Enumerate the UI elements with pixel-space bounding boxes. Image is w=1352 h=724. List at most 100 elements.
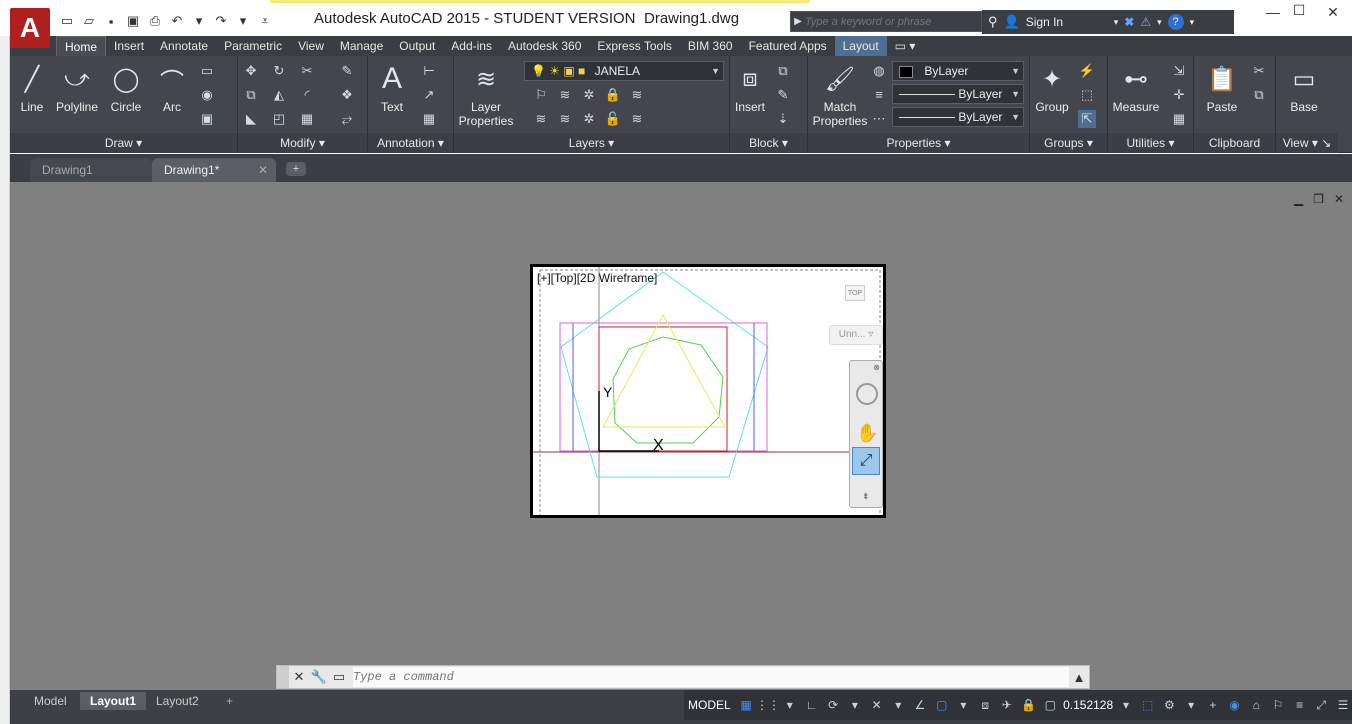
- tab-layout[interactable]: Layout: [834, 36, 887, 56]
- zoom-extents-icon[interactable]: ⤢: [852, 447, 880, 475]
- table-icon[interactable]: ▦: [420, 110, 438, 128]
- panel-title-view[interactable]: View ▾ ↘: [1276, 133, 1338, 153]
- new-tab-button[interactable]: +: [286, 162, 306, 176]
- file-tab-drawing1[interactable]: Drawing1: [30, 158, 152, 182]
- print-icon[interactable]: ⎙: [146, 12, 164, 30]
- polar-dropdown-icon[interactable]: ▾: [846, 696, 864, 714]
- trim-icon[interactable]: ✂: [298, 62, 316, 80]
- tab-autodesk-360[interactable]: Autodesk 360: [500, 36, 589, 56]
- layer-dropdown[interactable]: 💡 ☀ ▣ ■ JANELA ▼: [524, 61, 724, 81]
- drawing-area[interactable]: ▁ ❐ ✕ Y X [+][Top][2D Wireframe] TOP Unn…: [10, 182, 1352, 690]
- text-button[interactable]: A Text: [374, 62, 410, 114]
- close-button[interactable]: ✕: [1318, 4, 1348, 24]
- isolate-objects-icon[interactable]: ◉: [1226, 696, 1244, 714]
- customization-icon[interactable]: ≡: [1291, 696, 1309, 714]
- maximize-button[interactable]: ☐: [1284, 2, 1314, 22]
- cut-icon[interactable]: ✂: [1250, 62, 1268, 80]
- color-dropdown[interactable]: ByLayer ▼: [892, 61, 1024, 81]
- layer-lock-icon[interactable]: 🔒: [604, 86, 622, 104]
- add-layout-icon[interactable]: +: [216, 692, 243, 710]
- new-icon[interactable]: ▭: [58, 12, 76, 30]
- panel-title-layers[interactable]: Layers ▾: [454, 133, 729, 153]
- sign-in-link[interactable]: Sign In: [1026, 15, 1108, 29]
- open-icon[interactable]: ▱: [80, 12, 98, 30]
- object-snap-tracking-icon[interactable]: ∠: [911, 696, 929, 714]
- circle-button[interactable]: ◯ Circle: [106, 62, 146, 115]
- layer-tool-3-icon[interactable]: ✲: [580, 86, 598, 104]
- drawing-minimize-icon[interactable]: ▁: [1294, 192, 1303, 206]
- panel-title-clipboard[interactable]: Clipboard: [1194, 133, 1275, 153]
- dimension-icon[interactable]: ⊢: [420, 62, 438, 80]
- lineweight-toggle-icon[interactable]: ⧈: [976, 696, 994, 714]
- lineweight-dropdown[interactable]: ByLayer ▼: [892, 107, 1024, 127]
- file-tab-drawing1-modified[interactable]: Drawing1* ✕: [152, 158, 276, 182]
- units-plus-icon[interactable]: +: [1204, 696, 1222, 714]
- tab-express-tools[interactable]: Express Tools: [589, 36, 679, 56]
- measure-button[interactable]: ⊷ Measure: [1110, 62, 1162, 115]
- command-prompt-icon[interactable]: ▭: [329, 669, 349, 685]
- object-snap-dropdown-icon[interactable]: ▾: [955, 696, 973, 714]
- snap-dropdown-icon[interactable]: ▾: [781, 696, 799, 714]
- quick-select-icon[interactable]: ⇲: [1170, 62, 1188, 80]
- polyline-button[interactable]: ⤻ Polyline: [52, 62, 102, 114]
- drawing-restore-icon[interactable]: ❐: [1313, 192, 1324, 206]
- layer-tool-6-icon[interactable]: ≋: [532, 110, 550, 128]
- isodraft-icon[interactable]: ✕: [868, 696, 886, 714]
- panel-title-properties[interactable]: Properties ▾: [808, 133, 1029, 153]
- tab-layout1[interactable]: Layout1: [80, 692, 147, 710]
- array-icon[interactable]: ▦: [298, 110, 316, 128]
- layer-tool-7-icon[interactable]: ≋: [556, 110, 574, 128]
- status-menu-icon[interactable]: ☰: [1334, 696, 1352, 714]
- base-button[interactable]: ▭ Base: [1284, 62, 1324, 115]
- isodraft-dropdown-icon[interactable]: ▾: [889, 696, 907, 714]
- panel-title-annotation[interactable]: Annotation ▾: [368, 133, 453, 153]
- viewcube-top[interactable]: TOP: [845, 285, 865, 301]
- tab-model[interactable]: Model: [24, 692, 77, 710]
- drawing-close-icon[interactable]: ✕: [1334, 192, 1344, 206]
- match-properties-button[interactable]: 🖌 Match Properties: [810, 62, 870, 129]
- a360-icon[interactable]: ⚠: [1140, 15, 1151, 29]
- panel-title-groups[interactable]: Groups ▾: [1030, 133, 1107, 153]
- rotate-icon[interactable]: ↻: [270, 62, 288, 80]
- steering-wheel-icon[interactable]: [856, 383, 878, 405]
- tab-parametric[interactable]: Parametric: [216, 36, 290, 56]
- tab-home[interactable]: Home: [56, 36, 107, 56]
- copy-icon[interactable]: ⧉: [242, 86, 260, 104]
- undo-icon[interactable]: ↶: [168, 12, 186, 30]
- search-expand-icon[interactable]: ▶: [791, 16, 805, 27]
- copy-clip-icon[interactable]: ⧉: [1250, 86, 1268, 104]
- layer-properties-button[interactable]: ≋ Layer Properties: [458, 62, 514, 129]
- tab-output[interactable]: Output: [391, 36, 443, 56]
- tab-annotate[interactable]: Annotate: [152, 36, 216, 56]
- layer-tool-10-icon[interactable]: ≋: [628, 110, 646, 128]
- boundary-icon[interactable]: ▣: [198, 110, 216, 128]
- layer-tool-2-icon[interactable]: ≋: [556, 86, 574, 104]
- paper-icon[interactable]: ▢: [1041, 696, 1059, 714]
- exchange-icon[interactable]: ✖: [1124, 15, 1134, 29]
- command-input[interactable]: [353, 667, 1069, 687]
- annotation-scale-icon[interactable]: ✈: [998, 696, 1016, 714]
- layout-paper[interactable]: Y X [+][Top][2D Wireframe] TOP Unn... ▿ …: [530, 264, 886, 518]
- clean-screen-icon[interactable]: ⚐: [1269, 696, 1287, 714]
- viewport-controls-label[interactable]: [+][Top][2D Wireframe]: [537, 271, 657, 285]
- help-dropdown-icon[interactable]: ▾: [1190, 17, 1195, 28]
- layer-tool-8-icon[interactable]: ✲: [580, 110, 598, 128]
- group-button[interactable]: ✦ Group: [1032, 62, 1072, 115]
- offset-icon[interactable]: ⥂: [338, 110, 356, 128]
- tab-manage[interactable]: Manage: [332, 36, 391, 56]
- stretch-icon[interactable]: ◣: [242, 110, 260, 128]
- save-icon[interactable]: ▪: [102, 12, 120, 30]
- scale-icon[interactable]: ◰: [270, 110, 288, 128]
- navbar-close-icon[interactable]: ⊗: [873, 363, 880, 372]
- command-history-icon[interactable]: ▲: [1069, 670, 1089, 685]
- tab-layout2[interactable]: Layout2: [146, 692, 209, 710]
- panel-title-draw[interactable]: Draw ▾: [10, 133, 237, 153]
- tab-add-ins[interactable]: Add-ins: [443, 36, 500, 56]
- navbar-customize-icon[interactable]: ⇟: [862, 491, 870, 502]
- search-input[interactable]: [805, 15, 975, 28]
- edit-block-icon[interactable]: ✎: [774, 86, 792, 104]
- ribbon-minimize-icon[interactable]: ▭ ▾: [887, 36, 924, 56]
- hatch-icon[interactable]: ◉: [198, 86, 216, 104]
- mirror-icon[interactable]: ◭: [270, 86, 288, 104]
- help-icon[interactable]: ?: [1167, 14, 1184, 30]
